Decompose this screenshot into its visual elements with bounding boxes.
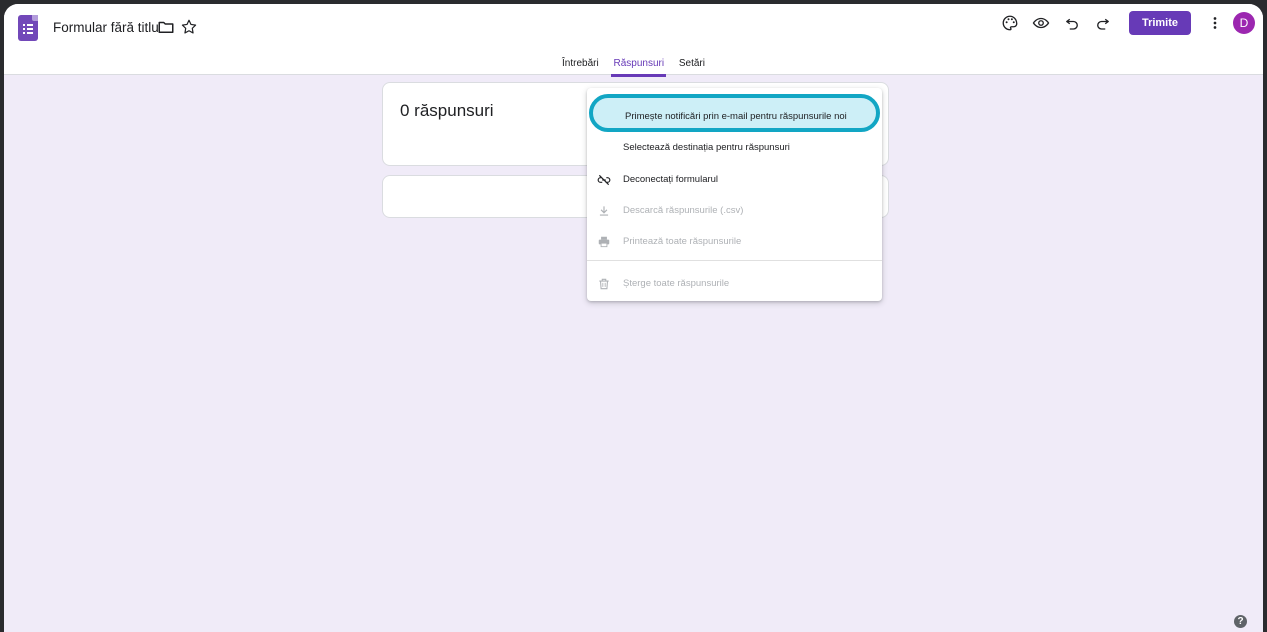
form-tabs: Întrebări Răspunsuri Setări — [4, 50, 1263, 77]
app-header: Formular fără titlu Trimite D Întrebări … — [4, 4, 1263, 77]
download-icon — [599, 206, 609, 216]
print-icon — [598, 236, 610, 248]
menu-item-label: Descarcă răspunsurile (.csv) — [623, 205, 744, 216]
account-avatar[interactable]: D — [1233, 12, 1255, 34]
form-title[interactable]: Formular fără titlu — [53, 20, 159, 35]
help-icon[interactable]: ? — [1234, 615, 1247, 628]
menu-item-download-csv: Descarcă răspunsurile (.csv) — [587, 196, 882, 226]
responses-options-menu: Primește notificări prin e-mail pentru r… — [587, 88, 882, 301]
responses-count: 0 răspunsuri — [400, 101, 494, 120]
menu-item-print-all: Printează toate răspunsurile — [587, 227, 882, 257]
menu-item-email-notifications[interactable]: Primește notificări prin e-mail pentru r… — [589, 94, 880, 132]
menu-item-label: Selectează destinația pentru răspunsuri — [623, 142, 790, 153]
preview-eye-icon[interactable] — [1032, 14, 1050, 32]
undo-icon[interactable] — [1063, 14, 1081, 32]
tab-responses[interactable]: Răspunsuri — [611, 54, 667, 77]
menu-item-select-destination[interactable]: Selectează destinația pentru răspunsuri — [587, 133, 882, 163]
more-options-icon[interactable] — [1206, 14, 1224, 32]
menu-item-label: Șterge toate răspunsurile — [623, 278, 730, 289]
redo-icon[interactable] — [1094, 14, 1112, 32]
palette-icon[interactable] — [1001, 14, 1019, 32]
folder-icon[interactable] — [157, 18, 175, 36]
menu-item-label: Deconectați formularul — [623, 174, 719, 185]
app-frame: Formular fără titlu Trimite D Întrebări … — [4, 4, 1263, 632]
menu-item-label: Primește notificări prin e-mail pentru r… — [625, 111, 847, 122]
menu-item-label: Printează toate răspunsurile — [623, 236, 742, 247]
trash-icon — [599, 278, 609, 290]
send-button[interactable]: Trimite — [1129, 11, 1191, 35]
link-off-icon — [597, 174, 611, 186]
menu-divider — [587, 260, 882, 261]
menu-item-delete-all: Șterge toate răspunsurile — [587, 269, 882, 299]
star-icon[interactable] — [180, 18, 198, 36]
tab-settings[interactable]: Setări — [677, 54, 707, 73]
forms-logo-icon[interactable] — [18, 15, 38, 41]
menu-item-unlink-form[interactable]: Deconectați formularul — [587, 165, 882, 195]
tab-questions[interactable]: Întrebări — [560, 54, 601, 73]
